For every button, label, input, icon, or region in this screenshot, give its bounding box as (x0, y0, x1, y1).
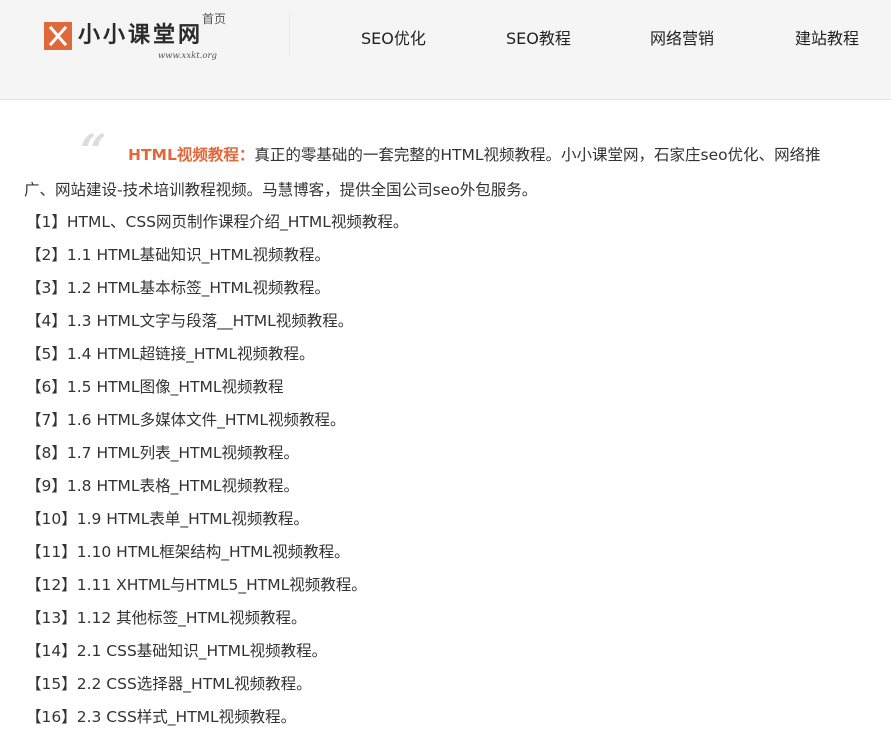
nav-item-seo-tutorial[interactable]: SEO教程 (506, 28, 571, 50)
list-item[interactable]: 【15】2.2 CSS选择器_HTML视频教程。 (26, 668, 408, 701)
list-item[interactable]: 【13】1.12 其他标签_HTML视频教程。 (26, 602, 408, 635)
logo-url: www.xxkt.org (158, 51, 217, 61)
list-item[interactable]: 【2】1.1 HTML基础知识_HTML视频教程。 (26, 239, 408, 272)
list-item[interactable]: 【4】1.3 HTML文字与段落__HTML视频教程。 (26, 305, 408, 338)
nav-item-seo-optimization[interactable]: SEO优化 (361, 28, 426, 50)
intro-highlight: HTML视频教程： (128, 146, 255, 164)
nav-item-web-marketing[interactable]: 网络营销 (650, 28, 714, 50)
logo-name: 小小课堂网 (78, 23, 204, 48)
list-item[interactable]: 【9】1.8 HTML表格_HTML视频教程。 (26, 470, 408, 503)
list-item[interactable]: 【11】1.10 HTML框架结构_HTML视频教程。 (26, 536, 408, 569)
article-intro: HTML视频教程：真正的零基础的一套完整的HTML视频教程。小小课堂网，石家庄s… (24, 138, 834, 208)
nav-item-site-building[interactable]: 建站教程 (795, 28, 859, 50)
list-item[interactable]: 【3】1.2 HTML基本标签_HTML视频教程。 (26, 272, 408, 305)
list-item[interactable]: 【7】1.6 HTML多媒体文件_HTML视频教程。 (26, 404, 408, 437)
list-item[interactable]: 【6】1.5 HTML图像_HTML视频教程 (26, 371, 408, 404)
list-item[interactable]: 【5】1.4 HTML超链接_HTML视频教程。 (26, 338, 408, 371)
x-logo-icon (44, 22, 72, 50)
list-item[interactable]: 【1】HTML、CSS网页制作课程介绍_HTML视频教程。 (26, 206, 408, 239)
list-item[interactable]: 【16】2.3 CSS样式_HTML视频教程。 (26, 701, 408, 734)
list-item[interactable]: 【14】2.1 CSS基础知识_HTML视频教程。 (26, 635, 408, 668)
header-divider (289, 14, 290, 56)
list-item[interactable]: 【8】1.7 HTML列表_HTML视频教程。 (26, 437, 408, 470)
list-item[interactable]: 【12】1.11 XHTML与HTML5_HTML视频教程。 (26, 569, 408, 602)
site-logo[interactable]: 小小课堂网 首页 www.xxkt.org (44, 10, 284, 70)
lesson-list: 【1】HTML、CSS网页制作课程介绍_HTML视频教程。 【2】1.1 HTM… (26, 206, 408, 734)
home-link[interactable]: 首页 (202, 10, 226, 27)
list-item[interactable]: 【10】1.9 HTML表单_HTML视频教程。 (26, 503, 408, 536)
site-header: 小小课堂网 首页 www.xxkt.org SEO优化 SEO教程 网络营销 建… (0, 0, 891, 100)
